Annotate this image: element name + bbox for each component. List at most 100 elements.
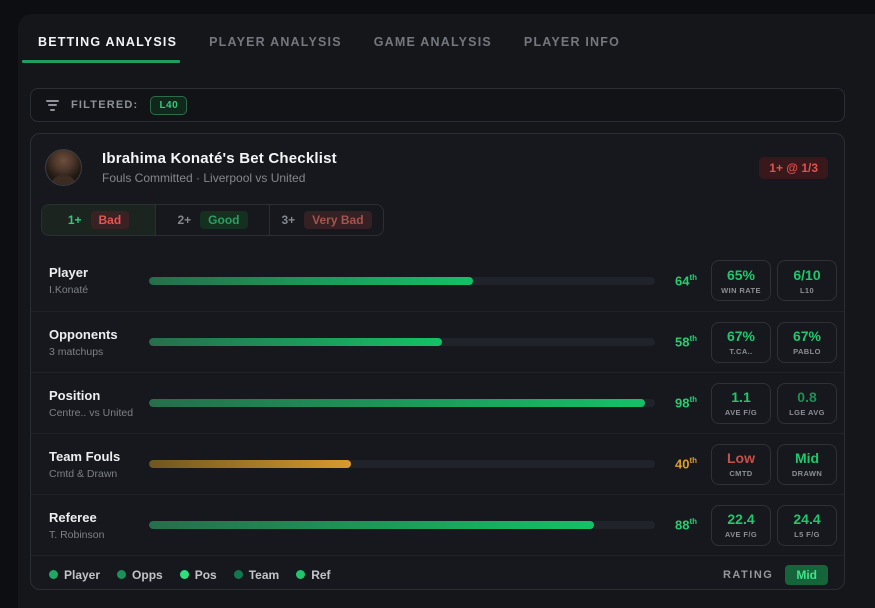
filter-icon [45,100,59,111]
segment-line-label: 3+ [281,213,295,227]
legend-item-ref: Ref [296,568,330,582]
checklist-footer: Player Opps Pos Team Ref [31,555,844,593]
legend-dot-icon [296,570,305,579]
tab-label: GAME ANALYSIS [374,35,492,49]
legend-item-opps: Opps [117,568,163,582]
row-position: Position Centre.. vs United 98th 1.1 AVE… [31,372,844,433]
legend-item-team: Team [234,568,279,582]
percentile-value: 64th [667,273,705,288]
segment-2plus[interactable]: 2+ Good [156,205,270,235]
stat-card: 1.1 AVE F/G [711,383,771,424]
main-panel: BETTING ANALYSIS PLAYER ANALYSIS GAME AN… [18,14,875,608]
stat-card: 0.8 LGE AVG [777,383,837,424]
stat-card: 24.4 L5 F/G [777,505,837,546]
rating-badge: Mid [785,565,828,585]
stat-value: 24.4 [793,511,820,527]
percentile-value: 58th [667,334,705,349]
stat-label: WIN RATE [721,286,761,295]
tab-game-analysis[interactable]: GAME ANALYSIS [374,31,492,63]
percentile-bar [149,521,655,529]
stat-value: 1.1 [731,389,750,405]
row-title: Opponents [49,327,141,342]
stat-card: 22.4 AVE F/G [711,505,771,546]
stat-label: AVE F/G [725,408,757,417]
stat-value: 22.4 [727,511,754,527]
row-opponents: Opponents 3 matchups 58th 67% T.CA.. 67%… [31,311,844,372]
stat-value: 65% [727,267,755,283]
stat-value: 0.8 [797,389,816,405]
percentile-bar-fill [149,460,351,468]
row-label: Opponents 3 matchups [49,327,141,358]
segment-line-label: 2+ [177,213,191,227]
stat-label: PABLO [793,347,821,356]
stat-value: 67% [727,328,755,344]
row-label: Player I.Konaté [49,265,141,296]
checklist-subtitle: Fouls Committed · Liverpool vs United [102,171,337,185]
stat-card: Low CMTD [711,444,771,485]
row-label: Team Fouls Cmtd & Drawn [49,449,141,480]
row-subtitle: T. Robinson [49,529,141,541]
checklist-header: Ibrahima Konaté's Bet Checklist Fouls Co… [31,134,844,196]
legend-item-player: Player [49,568,100,582]
row-title: Referee [49,510,141,525]
stat-card: 6/10 L10 [777,260,837,301]
legend-dot-icon [180,570,189,579]
percentile-value: 88th [667,517,705,532]
checklist-rows: Player I.Konaté 64th 65% WIN RATE 6/10 L… [31,250,844,555]
percentile-value: 40th [667,456,705,471]
row-subtitle: Cmtd & Drawn [49,468,141,480]
player-avatar [45,149,82,186]
stat-value: Low [727,450,755,466]
row-subtitle: 3 matchups [49,346,141,358]
stat-value: Mid [795,450,819,466]
row-referee: Referee T. Robinson 88th 22.4 AVE F/G 24… [31,494,844,555]
legend-dot-icon [234,570,243,579]
segment-verdict-badge: Very Bad [304,211,371,229]
legend-dot-icon [117,570,126,579]
line-segment-control: 1+ Bad 2+ Good 3+ Very Bad [41,204,384,236]
segment-1plus[interactable]: 1+ Bad [42,205,156,235]
stat-value: 6/10 [793,267,820,283]
tab-bar: BETTING ANALYSIS PLAYER ANALYSIS GAME AN… [38,31,620,63]
percentile-bar [149,277,655,285]
percentile-bar-fill [149,399,645,407]
segment-verdict-badge: Bad [91,211,130,229]
bet-checklist-card: Ibrahima Konaté's Bet Checklist Fouls Co… [30,133,845,590]
rating-label: RATING [723,569,773,581]
row-team-fouls: Team Fouls Cmtd & Drawn 40th Low CMTD Mi… [31,433,844,494]
row-label: Referee T. Robinson [49,510,141,541]
tab-player-analysis[interactable]: PLAYER ANALYSIS [209,31,342,63]
legend-dot-icon [49,570,58,579]
stat-label: DRAWN [792,469,822,478]
legend: Player Opps Pos Team Ref [49,568,331,582]
percentile-value: 98th [667,395,705,410]
percentile-bar [149,338,655,346]
tab-betting-analysis[interactable]: BETTING ANALYSIS [38,31,177,63]
stat-label: AVE F/G [725,530,757,539]
row-subtitle: Centre.. vs United [49,407,141,419]
percentile-bar [149,460,655,468]
tab-label: PLAYER INFO [524,35,620,49]
checklist-title: Ibrahima Konaté's Bet Checklist [102,150,337,167]
filter-label: FILTERED: [71,99,138,111]
header-text: Ibrahima Konaté's Bet Checklist Fouls Co… [102,150,337,185]
segment-3plus[interactable]: 3+ Very Bad [270,205,383,235]
row-label: Position Centre.. vs United [49,388,141,419]
filter-badge-l40[interactable]: L40 [150,96,187,115]
stat-card: 67% PABLO [777,322,837,363]
row-subtitle: I.Konaté [49,284,141,296]
percentile-bar-fill [149,277,473,285]
percentile-bar-fill [149,338,442,346]
stat-card: 67% T.CA.. [711,322,771,363]
stat-label: LGE AVG [789,408,825,417]
filter-bar[interactable]: FILTERED: L40 [30,88,845,122]
odds-badge[interactable]: 1+ @ 1/3 [759,157,828,179]
row-title: Team Fouls [49,449,141,464]
stat-value: 67% [793,328,821,344]
stat-label: T.CA.. [729,347,752,356]
percentile-bar [149,399,655,407]
stat-label: CMTD [729,469,752,478]
row-title: Player [49,265,141,280]
stat-label: L10 [800,286,814,295]
tab-player-info[interactable]: PLAYER INFO [524,31,620,63]
